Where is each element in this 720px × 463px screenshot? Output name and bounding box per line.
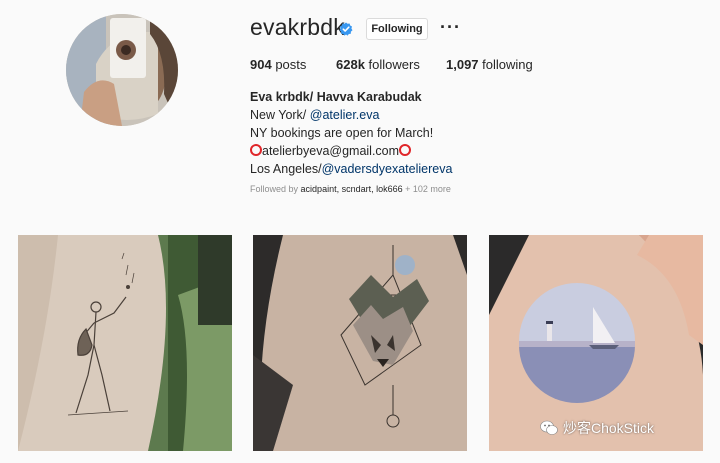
profile-avatar[interactable]: [66, 14, 178, 126]
red-circle-icon: [250, 144, 262, 156]
followers-label: followers: [368, 57, 420, 72]
bio-location-text: New York/: [250, 108, 310, 122]
following-button[interactable]: Following: [366, 18, 428, 40]
post-tile-skeleton-tattoo[interactable]: [18, 235, 232, 451]
verified-badge-icon: [339, 22, 353, 36]
followed-by-names: acidpaint, scndart, lok666: [300, 184, 403, 194]
bio-line-new-york: New York/ @atelier.eva: [250, 106, 452, 124]
vadersdyexateliereva-link[interactable]: @vadersdyexateliereva: [322, 162, 453, 176]
followed-by-line[interactable]: Followed by acidpaint, scndart, lok666 +…: [250, 184, 451, 194]
watermark-text: 炒客ChokStick: [563, 420, 655, 436]
more-options-icon[interactable]: ···: [440, 17, 461, 38]
bio-location-text: Los Angeles/: [250, 162, 322, 176]
email-text: atelierbyeva@gmail.com: [262, 144, 400, 158]
wechat-icon: [540, 420, 558, 435]
followers-count: 628k: [336, 57, 365, 72]
full-name: Eva krbdk/ Havva Karabudak: [250, 90, 422, 104]
following-count: 1,097: [446, 57, 479, 72]
profile-bio: Eva krbdk/ Havva Karabudak New York/ @at…: [250, 88, 452, 178]
followed-by-more: + 102 more: [405, 184, 451, 194]
red-circle-icon: [399, 144, 412, 156]
followers-stat[interactable]: 628k followers: [336, 57, 420, 72]
posts-label: posts: [275, 57, 307, 72]
watermark: 炒客ChokStick: [540, 418, 654, 438]
bio-line-los-angeles: Los Angeles/@vadersdyexateliereva: [250, 160, 452, 178]
avatar-photo: [66, 14, 178, 126]
fox-tattoo-photo: [253, 235, 467, 451]
posts-count: 904: [250, 57, 272, 72]
atelier-eva-link[interactable]: @atelier.eva: [310, 108, 380, 122]
bio-bookings-line: NY bookings are open for March!: [250, 126, 434, 140]
following-stat[interactable]: 1,097 following: [446, 57, 533, 72]
posts-stat: 904 posts: [250, 57, 306, 72]
bio-email-line: atelierbyeva@gmail.com: [250, 142, 452, 160]
post-tile-fox-tattoo[interactable]: [253, 235, 467, 451]
username-heading: evakrbdk: [250, 14, 345, 40]
followed-by-prefix: Followed by: [250, 184, 299, 194]
skeleton-tattoo-photo: [18, 235, 232, 451]
following-label: following: [482, 57, 533, 72]
